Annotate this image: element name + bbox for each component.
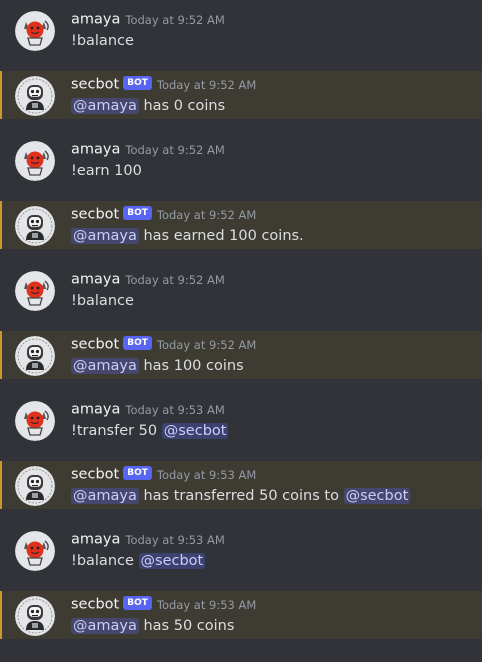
chat-message-list: amaya Today at 9:52 AM !balance secbot BOT T…	[0, 0, 482, 662]
message-timestamp[interactable]: Today at 9:52 AM	[125, 143, 224, 157]
message-header: secbot BOT Today at 9:52 AM	[71, 75, 256, 93]
bot-badge: BOT	[123, 595, 152, 610]
bot-badge: BOT	[123, 335, 152, 350]
bot-badge: BOT	[123, 465, 152, 480]
message-header: amaya Today at 9:52 AM	[71, 270, 225, 288]
author-name[interactable]: amaya	[71, 12, 120, 28]
message-content: @amaya has 100 coins	[71, 356, 244, 376]
message-header: amaya Today at 9:52 AM	[71, 140, 225, 158]
message-text: has transferred 50 coins to	[138, 488, 344, 504]
chat-message[interactable]: amaya Today at 9:53 AM !transfer 50 @secbo…	[0, 390, 482, 448]
author-name[interactable]: secbot	[71, 77, 119, 93]
robot-avatar-icon[interactable]	[15, 336, 55, 376]
message-timestamp[interactable]: Today at 9:53 AM	[157, 598, 256, 612]
cat-avatar-icon[interactable]	[15, 401, 55, 441]
message-text: !balance	[71, 33, 134, 49]
user-mention[interactable]: @amaya	[71, 98, 139, 114]
chat-message[interactable]: secbot BOT Today at 9:53 AM @amaya has tran…	[0, 461, 482, 509]
message-text: !transfer 50	[71, 423, 162, 439]
bot-badge: BOT	[123, 75, 152, 90]
message-text: has 0 coins	[138, 98, 226, 114]
message-timestamp[interactable]: Today at 9:53 AM	[125, 533, 224, 547]
message-header: amaya Today at 9:53 AM	[71, 400, 225, 418]
user-mention[interactable]: @secbot	[138, 553, 206, 569]
robot-avatar-icon[interactable]	[15, 466, 55, 506]
chat-message[interactable]: amaya Today at 9:52 AM !earn 100	[0, 130, 482, 188]
author-name[interactable]: amaya	[71, 142, 120, 158]
message-timestamp[interactable]: Today at 9:52 AM	[157, 78, 256, 92]
message-timestamp[interactable]: Today at 9:52 AM	[125, 273, 224, 287]
cat-avatar-icon[interactable]	[15, 531, 55, 571]
message-header: amaya Today at 9:52 AM	[71, 10, 225, 28]
chat-message[interactable]: amaya Today at 9:52 AM !balance	[0, 260, 482, 318]
message-timestamp[interactable]: Today at 9:52 AM	[157, 338, 256, 352]
user-mention[interactable]: @amaya	[71, 358, 139, 374]
author-name[interactable]: amaya	[71, 402, 120, 418]
message-content: !earn 100	[71, 161, 142, 181]
message-content: !balance	[71, 291, 134, 311]
chat-message[interactable]: secbot BOT Today at 9:52 AM @amaya has 0 co…	[0, 71, 482, 119]
chat-message[interactable]: secbot BOT Today at 9:52 AM @amaya has 100 …	[0, 331, 482, 379]
message-header: secbot BOT Today at 9:53 AM	[71, 465, 256, 483]
message-text: has 100 coins	[138, 358, 244, 374]
message-timestamp[interactable]: Today at 9:52 AM	[125, 13, 224, 27]
message-header: secbot BOT Today at 9:52 AM	[71, 335, 256, 353]
robot-avatar-icon[interactable]	[15, 596, 55, 636]
message-header: secbot BOT Today at 9:52 AM	[71, 205, 256, 223]
author-name[interactable]: secbot	[71, 207, 119, 223]
message-timestamp[interactable]: Today at 9:52 AM	[157, 208, 256, 222]
author-name[interactable]: amaya	[71, 272, 120, 288]
user-mention[interactable]: @amaya	[71, 488, 139, 504]
message-header: secbot BOT Today at 9:53 AM	[71, 595, 256, 613]
robot-avatar-icon[interactable]	[15, 76, 55, 116]
author-name[interactable]: secbot	[71, 337, 119, 353]
robot-avatar-icon[interactable]	[15, 206, 55, 246]
message-timestamp[interactable]: Today at 9:53 AM	[125, 403, 224, 417]
message-content: !transfer 50 @secbot	[71, 421, 229, 441]
chat-message[interactable]: secbot BOT Today at 9:52 AM @amaya has earn…	[0, 201, 482, 249]
author-name[interactable]: secbot	[71, 597, 119, 613]
chat-message[interactable]: amaya Today at 9:53 AM !balance @secbot	[0, 520, 482, 578]
cat-avatar-icon[interactable]	[15, 11, 55, 51]
message-content: @amaya has earned 100 coins.	[71, 226, 304, 246]
message-content: @amaya has 50 coins	[71, 616, 234, 636]
message-content: !balance @secbot	[71, 551, 206, 571]
message-text: !balance	[71, 553, 139, 569]
message-content: !balance	[71, 31, 134, 51]
cat-avatar-icon[interactable]	[15, 271, 55, 311]
user-mention[interactable]: @secbot	[343, 488, 411, 504]
message-text: has 50 coins	[138, 618, 235, 634]
user-mention[interactable]: @amaya	[71, 618, 139, 634]
message-text: !earn 100	[71, 163, 142, 179]
message-content: @amaya has 0 coins	[71, 96, 225, 116]
message-timestamp[interactable]: Today at 9:53 AM	[157, 468, 256, 482]
cat-avatar-icon[interactable]	[15, 141, 55, 181]
user-mention[interactable]: @secbot	[161, 423, 229, 439]
message-content: @amaya has transferred 50 coins to @secb…	[71, 486, 411, 506]
message-text: !balance	[71, 293, 134, 309]
author-name[interactable]: secbot	[71, 467, 119, 483]
author-name[interactable]: amaya	[71, 532, 120, 548]
message-header: amaya Today at 9:53 AM	[71, 530, 225, 548]
bot-badge: BOT	[123, 205, 152, 220]
chat-message[interactable]: secbot BOT Today at 9:53 AM @amaya has 50 c…	[0, 591, 482, 639]
user-mention[interactable]: @amaya	[71, 228, 139, 244]
message-text: has earned 100 coins.	[138, 228, 304, 244]
chat-message[interactable]: amaya Today at 9:52 AM !balance	[0, 0, 482, 58]
